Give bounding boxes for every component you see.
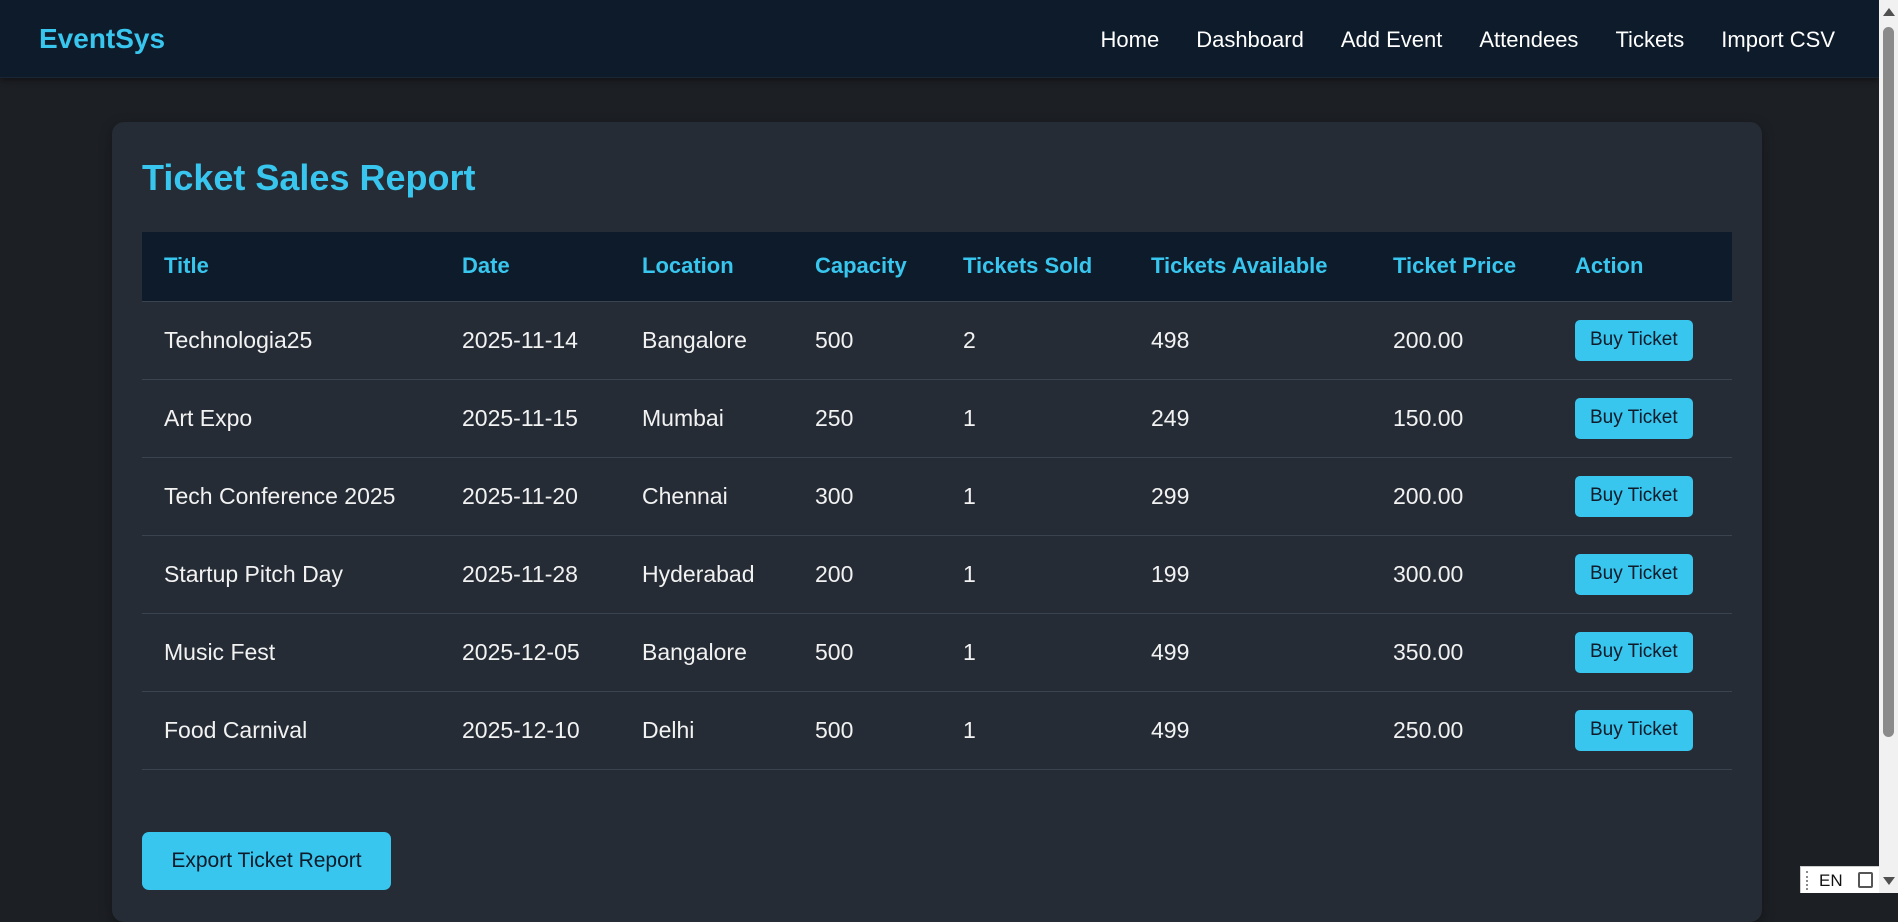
cell-tickets-available: 499 <box>1129 691 1371 770</box>
buy-ticket-button[interactable]: Buy Ticket <box>1575 553 1693 595</box>
language-label: EN <box>1819 871 1843 890</box>
cell-action: Buy Ticket <box>1553 691 1732 770</box>
page-title: Ticket Sales Report <box>142 157 476 198</box>
buy-ticket-button[interactable]: Buy Ticket <box>1575 631 1693 673</box>
export-ticket-report-button[interactable]: Export Ticket Report <box>142 832 391 890</box>
buy-ticket-button[interactable]: Buy Ticket <box>1575 397 1693 439</box>
column-header-date: Date <box>440 232 620 302</box>
cell-ticket-price: 300.00 <box>1371 535 1553 614</box>
table-row: Food Carnival 2025-12-10 Delhi 500 1 499… <box>142 691 1732 770</box>
cell-location: Bangalore <box>620 301 793 380</box>
report-card: Ticket Sales Report Title Date Location … <box>112 122 1762 922</box>
table-row: Startup Pitch Day 2025-11-28 Hyderabad 2… <box>142 535 1732 614</box>
cell-tickets-available: 498 <box>1129 301 1371 380</box>
cell-tickets-available: 249 <box>1129 379 1371 458</box>
buy-ticket-button[interactable]: Buy Ticket <box>1575 475 1693 517</box>
cell-capacity: 200 <box>793 535 941 614</box>
scroll-thumb[interactable] <box>1883 27 1894 737</box>
cell-capacity: 500 <box>793 613 941 692</box>
cell-title: Startup Pitch Day <box>142 535 440 614</box>
column-header-tickets-available: Tickets Available <box>1129 232 1371 302</box>
cell-title: Music Fest <box>142 613 440 692</box>
cell-tickets-available: 199 <box>1129 535 1371 614</box>
cell-date: 2025-11-14 <box>440 301 620 380</box>
language-indicator[interactable]: EN <box>1800 866 1879 893</box>
cell-tickets-sold: 1 <box>941 613 1129 692</box>
nav-link-dashboard[interactable]: Dashboard <box>1196 27 1304 53</box>
cell-ticket-price: 250.00 <box>1371 691 1553 770</box>
cell-location: Bangalore <box>620 613 793 692</box>
table-row: Technologia25 2025-11-14 Bangalore 500 2… <box>142 301 1732 380</box>
cell-capacity: 250 <box>793 379 941 458</box>
column-header-action: Action <box>1553 232 1732 302</box>
cell-capacity: 500 <box>793 301 941 380</box>
keyboard-layout-icon <box>1858 872 1873 888</box>
table-row: Tech Conference 2025 2025-11-20 Chennai … <box>142 457 1732 536</box>
cell-title: Tech Conference 2025 <box>142 457 440 536</box>
cell-action: Buy Ticket <box>1553 379 1732 458</box>
table-header-row: Title Date Location Capacity Tickets Sol… <box>142 232 1732 302</box>
cell-action: Buy Ticket <box>1553 301 1732 380</box>
cell-location: Chennai <box>620 457 793 536</box>
cell-title: Technologia25 <box>142 301 440 380</box>
nav-link-import-csv[interactable]: Import CSV <box>1721 27 1835 53</box>
scroll-down-arrow-icon[interactable] <box>1883 877 1895 885</box>
drag-handle-icon <box>1806 871 1809 890</box>
cell-ticket-price: 350.00 <box>1371 613 1553 692</box>
cell-action: Buy Ticket <box>1553 457 1732 536</box>
cell-capacity: 300 <box>793 457 941 536</box>
cell-tickets-available: 299 <box>1129 457 1371 536</box>
buy-ticket-button[interactable]: Buy Ticket <box>1575 709 1693 751</box>
cell-tickets-sold: 1 <box>941 379 1129 458</box>
cell-location: Delhi <box>620 691 793 770</box>
cell-date: 2025-11-20 <box>440 457 620 536</box>
cell-date: 2025-12-05 <box>440 613 620 692</box>
column-header-tickets-sold: Tickets Sold <box>941 232 1129 302</box>
cell-title: Food Carnival <box>142 691 440 770</box>
nav-link-tickets[interactable]: Tickets <box>1615 27 1684 53</box>
cell-tickets-sold: 2 <box>941 301 1129 380</box>
cell-ticket-price: 150.00 <box>1371 379 1553 458</box>
vertical-scrollbar[interactable] <box>1879 0 1898 893</box>
nav-link-attendees[interactable]: Attendees <box>1479 27 1578 53</box>
cell-location: Mumbai <box>620 379 793 458</box>
cell-tickets-sold: 1 <box>941 457 1129 536</box>
brand-logo[interactable]: EventSys <box>39 23 165 55</box>
cell-tickets-sold: 1 <box>941 691 1129 770</box>
cell-tickets-sold: 1 <box>941 535 1129 614</box>
ticket-sales-table: Title Date Location Capacity Tickets Sol… <box>142 232 1732 770</box>
cell-tickets-available: 499 <box>1129 613 1371 692</box>
buy-ticket-button[interactable]: Buy Ticket <box>1575 319 1693 361</box>
cell-date: 2025-11-28 <box>440 535 620 614</box>
table-row: Music Fest 2025-12-05 Bangalore 500 1 49… <box>142 613 1732 692</box>
cell-action: Buy Ticket <box>1553 613 1732 692</box>
cell-location: Hyderabad <box>620 535 793 614</box>
cell-ticket-price: 200.00 <box>1371 301 1553 380</box>
top-navbar: EventSys Home Dashboard Add Event Attend… <box>0 0 1879 78</box>
table-row: Art Expo 2025-11-15 Mumbai 250 1 249 150… <box>142 379 1732 458</box>
nav-links: Home Dashboard Add Event Attendees Ticke… <box>1101 27 1835 53</box>
column-header-location: Location <box>620 232 793 302</box>
cell-ticket-price: 200.00 <box>1371 457 1553 536</box>
nav-link-add-event[interactable]: Add Event <box>1341 27 1443 53</box>
column-header-capacity: Capacity <box>793 232 941 302</box>
cell-title: Art Expo <box>142 379 440 458</box>
cell-date: 2025-11-15 <box>440 379 620 458</box>
column-header-ticket-price: Ticket Price <box>1371 232 1553 302</box>
cell-action: Buy Ticket <box>1553 535 1732 614</box>
cell-date: 2025-12-10 <box>440 691 620 770</box>
column-header-title: Title <box>142 232 440 302</box>
nav-link-home[interactable]: Home <box>1101 27 1160 53</box>
scroll-up-arrow-icon[interactable] <box>1883 8 1895 16</box>
cell-capacity: 500 <box>793 691 941 770</box>
